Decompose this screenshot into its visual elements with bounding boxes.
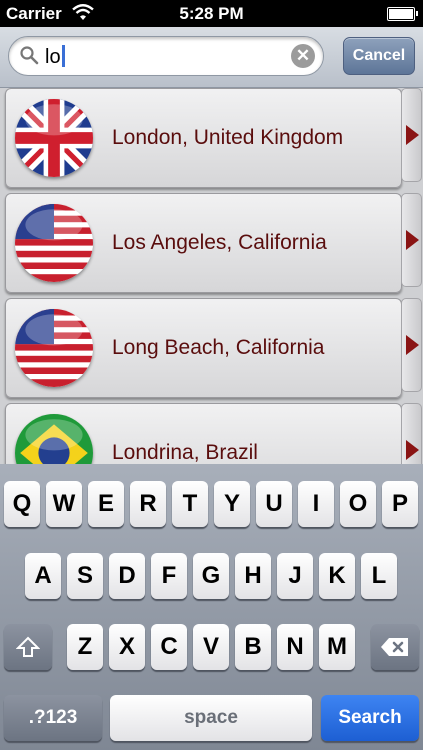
city-label: Long Beach, California	[112, 336, 325, 359]
key-l[interactable]: L	[361, 553, 397, 599]
text-cursor	[61, 45, 65, 67]
key-n[interactable]: N	[277, 624, 313, 670]
search-key[interactable]: Search	[321, 695, 419, 741]
key-g[interactable]: G	[193, 553, 229, 599]
backspace-icon	[381, 638, 408, 656]
search-text: lo	[45, 45, 65, 69]
shift-key[interactable]	[4, 624, 52, 670]
key-b[interactable]: B	[235, 624, 271, 670]
key-m[interactable]: M	[319, 624, 355, 670]
us-flag-icon	[15, 309, 93, 387]
key-a[interactable]: A	[25, 553, 61, 599]
key-j[interactable]: J	[277, 553, 313, 599]
keyboard: Q W E R T Y U I O P A S D F G H J K L Z …	[0, 464, 423, 750]
search-icon	[20, 46, 39, 65]
list-item[interactable]: Long Beach, California	[5, 298, 402, 398]
search-input[interactable]: lo ✕	[8, 36, 324, 76]
key-e[interactable]: E	[88, 481, 124, 527]
key-f[interactable]: F	[151, 553, 187, 599]
key-u[interactable]: U	[256, 481, 292, 527]
disclosure-arrow-icon[interactable]	[401, 403, 422, 464]
key-i[interactable]: I	[298, 481, 334, 527]
search-query: lo	[45, 46, 61, 68]
key-z[interactable]: Z	[67, 624, 103, 670]
numbers-key[interactable]: .?123	[4, 695, 102, 741]
key-t[interactable]: T	[172, 481, 208, 527]
key-v[interactable]: V	[193, 624, 229, 670]
key-o[interactable]: O	[340, 481, 376, 527]
key-s[interactable]: S	[67, 553, 103, 599]
cancel-button[interactable]: Cancel	[343, 37, 415, 75]
key-p[interactable]: P	[382, 481, 418, 527]
uk-flag-icon	[15, 99, 93, 177]
list-item[interactable]: London, United Kingdom	[5, 88, 402, 188]
key-q[interactable]: Q	[4, 481, 40, 527]
search-bar: lo ✕ Cancel	[0, 27, 423, 88]
space-key[interactable]: space	[110, 695, 312, 741]
list-item[interactable]: Los Angeles, California	[5, 193, 402, 293]
key-y[interactable]: Y	[214, 481, 250, 527]
key-d[interactable]: D	[109, 553, 145, 599]
battery-icon	[387, 7, 418, 21]
disclosure-arrow-icon[interactable]	[401, 88, 422, 182]
us-flag-icon	[15, 204, 93, 282]
key-x[interactable]: X	[109, 624, 145, 670]
key-w[interactable]: W	[46, 481, 82, 527]
brazil-flag-icon	[15, 414, 93, 464]
key-r[interactable]: R	[130, 481, 166, 527]
status-bar: Carrier 5:28 PM	[0, 0, 423, 27]
city-label: Londrina, Brazil	[112, 441, 258, 464]
clear-icon[interactable]: ✕	[291, 44, 315, 68]
shift-icon	[15, 636, 41, 657]
delete-key[interactable]	[371, 624, 419, 670]
disclosure-arrow-icon[interactable]	[401, 298, 422, 392]
key-k[interactable]: K	[319, 553, 355, 599]
key-h[interactable]: H	[235, 553, 271, 599]
key-c[interactable]: C	[151, 624, 187, 670]
list-item[interactable]: Londrina, Brazil	[5, 403, 402, 464]
clock: 5:28 PM	[179, 4, 244, 23]
disclosure-arrow-icon[interactable]	[401, 193, 422, 287]
results-list: London, United Kingdom Los Angeles, Cali…	[0, 88, 423, 464]
city-label: Los Angeles, California	[112, 231, 327, 254]
city-label: London, United Kingdom	[112, 126, 344, 149]
